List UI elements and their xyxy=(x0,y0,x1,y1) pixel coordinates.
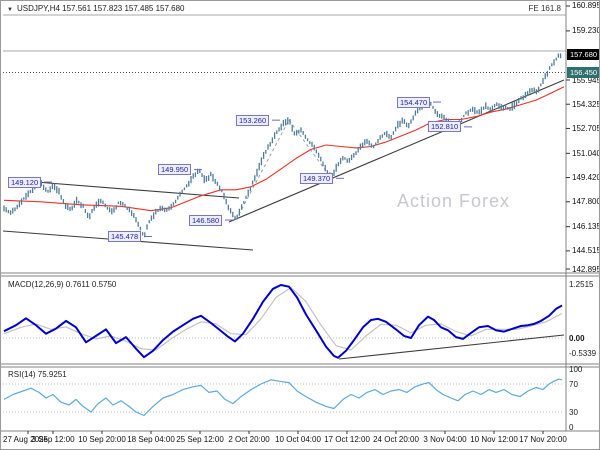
macd-axis-label: -0.5339 xyxy=(569,349,596,359)
macd-indicator-label: MACD(12,26,9) 0.7611 0.5750 xyxy=(8,280,116,290)
price-axis-label: 154.325 xyxy=(572,100,600,110)
rsi-axis-label: 30 xyxy=(569,408,578,418)
rsi-indicator-label: RSI(14) 75.9251 xyxy=(8,370,67,380)
price-axis-label: 152.705 xyxy=(572,124,600,134)
swing-price-label: 146.580 xyxy=(189,215,222,226)
swing-price-label: 149.370 xyxy=(300,173,333,184)
time-axis-label: 10 Oct 04:00 xyxy=(275,435,321,445)
symbol-dropdown-icon[interactable]: ▼ xyxy=(7,7,13,13)
price-axis-label: 159.230 xyxy=(572,26,600,36)
swing-price-label: 149.950 xyxy=(158,164,191,175)
swing-price-label: 152.810 xyxy=(428,121,461,132)
time-axis-label: 3 Sep 12:00 xyxy=(31,435,74,445)
time-axis-label: 24 Oct 20:00 xyxy=(373,435,419,445)
time-axis-label: 17 Nov 20:00 xyxy=(519,435,567,445)
main-chart-canvas[interactable] xyxy=(1,1,600,450)
price-axis-label: 151.040 xyxy=(572,149,600,159)
rsi-axis-label: 70 xyxy=(569,380,578,390)
price-tag: 156.450 xyxy=(567,67,600,78)
rsi-axis-label: 0 xyxy=(569,423,573,433)
price-axis-label: 146.135 xyxy=(572,222,600,232)
macd-axis-label: 1.2515 xyxy=(569,280,593,290)
macd-axis-label: 0.00 xyxy=(569,334,585,344)
rsi-axis-label: 100 xyxy=(569,365,582,375)
swing-price-label: 154.470 xyxy=(397,97,430,108)
price-axis-label: 144.515 xyxy=(572,246,600,256)
price-axis-label: 142.895 xyxy=(572,265,600,275)
chart-title-text: USDJPY,H4 157.561 157.823 157.485 157.68… xyxy=(17,4,185,13)
time-axis-label: 25 Sep 12:00 xyxy=(176,435,224,445)
price-tag: 157.680 xyxy=(567,49,600,60)
price-axis-label: 160.895 xyxy=(572,1,600,11)
swing-price-label: 145.478 xyxy=(108,231,141,242)
time-axis-label: 17 Oct 12:00 xyxy=(324,435,370,445)
time-axis-label: 10 Nov 12:00 xyxy=(470,435,518,445)
chart-title-bar: ▼ USDJPY,H4 157.561 157.823 157.485 157.6… xyxy=(7,4,185,15)
watermark: Action Forex xyxy=(397,191,510,212)
time-axis-label: 2 Oct 20:00 xyxy=(228,435,269,445)
time-axis-label: 18 Sep 04:00 xyxy=(127,435,175,445)
chart-window: ▼ USDJPY,H4 157.561 157.823 157.485 157.6… xyxy=(0,0,600,450)
price-axis-label: 147.800 xyxy=(572,197,600,207)
time-axis-label: 10 Sep 20:00 xyxy=(78,435,126,445)
fib-extension-label: FE 161.8 xyxy=(529,4,561,14)
swing-price-label: 149.120 xyxy=(8,177,41,188)
swing-price-label: 153.260 xyxy=(236,115,269,126)
time-axis-label: 3 Nov 04:00 xyxy=(423,435,466,445)
price-axis-label: 149.420 xyxy=(572,173,600,183)
